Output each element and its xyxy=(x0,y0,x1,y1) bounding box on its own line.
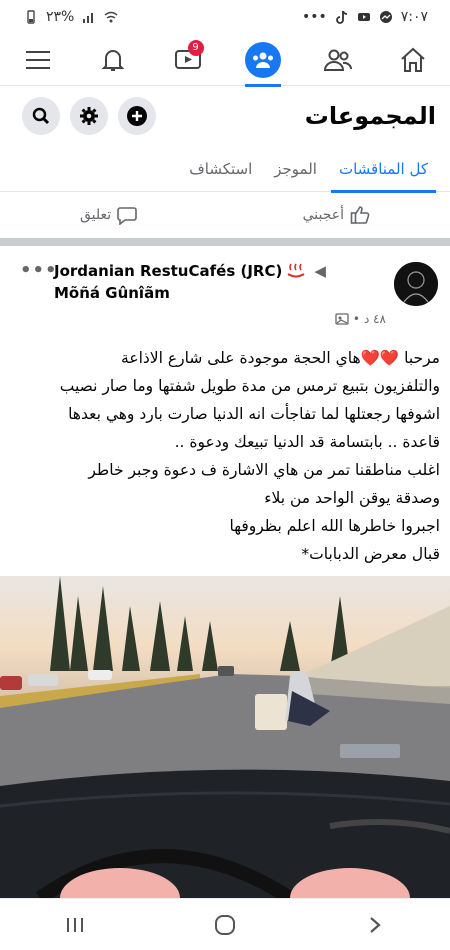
video-badge: 9 xyxy=(187,39,204,56)
wifi-icon xyxy=(104,11,118,23)
post-meta: ٤٨ د • xyxy=(335,312,386,326)
meta-dot: • xyxy=(352,312,360,326)
status-right: ••• ٧:٠٧ xyxy=(302,9,428,25)
home-icon xyxy=(400,47,425,72)
nav-menu[interactable] xyxy=(8,34,68,86)
messenger-icon xyxy=(379,11,392,23)
group-name-link[interactable]: Jordanian RestuCafés (JRC) xyxy=(54,260,282,282)
system-nav-bar xyxy=(0,898,450,950)
avatar[interactable] xyxy=(394,262,438,306)
back-button[interactable] xyxy=(355,905,395,945)
post-header: ••• Jordanian RestuCafés (JRC) ◀ Mõñá Gû… xyxy=(0,246,450,334)
friends-icon xyxy=(323,49,352,71)
groups-header: المجموعات xyxy=(0,86,450,146)
status-more: ••• xyxy=(301,9,327,25)
post-line: وصدقة يوقن الواحد من بلاء xyxy=(264,489,440,507)
post-line: اشوفها رجعتلها لما تفاجأت انه الدنيا صار… xyxy=(68,405,440,423)
section-divider xyxy=(0,238,450,246)
search-button[interactable] xyxy=(22,97,60,135)
chevron-right-icon xyxy=(370,916,381,933)
header-actions xyxy=(22,97,156,135)
post-options-button[interactable]: ••• xyxy=(20,260,58,281)
like-button[interactable]: أعجبني xyxy=(303,205,370,225)
recent-apps-button[interactable] xyxy=(55,905,95,945)
post-line: مرحبا ❤️❤️هاي الحجة موجودة على شارع الاذ… xyxy=(121,349,440,367)
author-name-link[interactable]: Mõñá Gûnîãm xyxy=(54,282,374,304)
post-line: اجبروا خاطرها الله اعلم بظروفها xyxy=(229,517,440,535)
tab-feed[interactable]: الموجز xyxy=(266,146,325,192)
post-card: ••• Jordanian RestuCafés (JRC) ◀ Mõñá Gû… xyxy=(0,246,450,898)
create-button[interactable] xyxy=(118,97,156,135)
post-time: ٤٨ د xyxy=(363,312,386,326)
like-icon xyxy=(350,206,370,224)
youtube-icon xyxy=(357,13,370,21)
group-privacy-icon xyxy=(335,313,349,325)
home-system-button[interactable] xyxy=(205,905,245,945)
arrow-icon: ◀ xyxy=(314,262,326,280)
like-label: أعجبني xyxy=(302,207,344,223)
page-title: المجموعات xyxy=(304,102,436,130)
hot-springs-icon xyxy=(287,263,305,278)
tiktok-icon xyxy=(335,10,347,24)
signal-icon xyxy=(83,13,94,23)
comment-label: تعليق xyxy=(80,207,112,223)
nav-video[interactable]: 9 xyxy=(158,34,218,86)
groups-icon xyxy=(244,41,281,78)
nav-friends[interactable] xyxy=(308,34,368,86)
status-bar: ٢٣% ••• ٧:٠٧ xyxy=(0,0,450,34)
battery-icon xyxy=(27,10,35,24)
comment-button[interactable]: تعليق xyxy=(80,205,137,225)
nav-home[interactable] xyxy=(383,34,443,86)
gear-icon xyxy=(80,107,98,125)
post-line: والتلفزيون بتبيع ترمس من مدة طويل شفتها … xyxy=(59,377,440,395)
nav-notifications[interactable] xyxy=(83,34,143,86)
post-line: قبال معرض الدبابات* xyxy=(301,545,440,563)
bell-icon xyxy=(101,49,124,71)
post-body: مرحبا ❤️❤️هاي الحجة موجودة على شارع الاذ… xyxy=(10,344,440,568)
post-line: قاعدة .. بابتسامة قد الدنيا تبيعك ودعوة … xyxy=(174,433,440,451)
plus-circle-icon xyxy=(127,106,147,126)
tab-discover[interactable]: استكشاف xyxy=(181,146,260,192)
clock: ٧:٠٧ xyxy=(400,9,428,25)
battery-level: ٢٣% xyxy=(46,9,75,25)
menu-icon xyxy=(25,50,50,69)
search-icon xyxy=(32,107,50,125)
home-circle-icon xyxy=(215,914,235,935)
top-nav: 9 xyxy=(0,34,450,87)
tab-bar: كل المناقشات الموجز استكشاف xyxy=(0,146,450,193)
post-photo[interactable] xyxy=(0,576,450,898)
settings-button[interactable] xyxy=(70,97,108,135)
reaction-bar: تعليق أعجبني xyxy=(0,192,450,238)
status-left: ٢٣% xyxy=(24,9,118,25)
post-title: Jordanian RestuCafés (JRC) ◀ Mõñá Gûnîãm xyxy=(54,260,374,304)
nav-groups[interactable] xyxy=(233,34,293,87)
tab-all-discussions[interactable]: كل المناقشات xyxy=(330,146,437,193)
comment-icon xyxy=(117,207,137,225)
post-line: اغلب مناطقنا تمر من هاي الاشارة ف دعوة و… xyxy=(88,461,440,479)
recent-apps-icon xyxy=(67,917,83,932)
street-photo xyxy=(0,576,450,898)
